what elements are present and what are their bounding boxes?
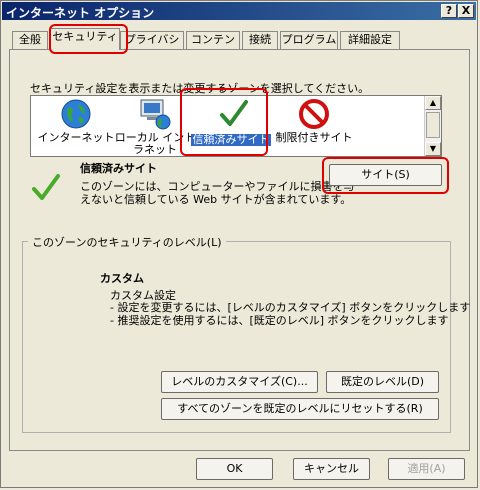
zone-item-trusted-sites[interactable]: 信頼済みサイト [189,96,279,156]
zone-instruction: セキュリティ設定を表示または変更するゾーンを選択してください。 [30,82,370,95]
tab-privacy[interactable]: プライバシー [120,31,184,62]
scroll-up-arrow-icon[interactable]: ▲ [425,96,441,110]
close-button[interactable]: X [458,4,474,18]
check-icon [220,100,248,126]
selected-zone-desc-line2: えないと信頼している Web サイトが含まれています。 [80,193,352,206]
cancel-button[interactable]: キャンセル [293,458,370,480]
security-level-legend: このゾーンのセキュリティのレベル(L) [28,234,226,250]
zone-label-local-intranet: ローカル イントラネット [114,131,196,156]
globe-icon [61,99,91,129]
zone-label-restricted-sites: 制限付きサイト [275,131,353,144]
help-button[interactable]: ? [441,4,457,18]
tab-programs[interactable]: プログラム [280,31,338,49]
title-bar[interactable]: インターネット オプション ? X [2,2,476,20]
tab-security[interactable]: セキュリティ [50,28,120,50]
tab-general[interactable]: 全般 [12,31,48,49]
tab-connections[interactable]: 接続 [242,31,278,49]
zone-label-internet: インターネット [37,131,115,144]
zone-item-internet[interactable]: インターネット [31,96,121,156]
zone-list-scrollbar[interactable]: ▲ ▼ [424,96,441,156]
reset-all-zones-button[interactable]: すべてのゾーンを既定のレベルにリセットする(R) [161,398,439,420]
selected-zone-check-icon [32,174,60,200]
window-title: インターネット オプション [6,6,155,20]
ok-button[interactable]: OK [196,458,273,480]
custom-bullet-2: - 推奨設定を使用するには、[既定のレベル] ボタンをクリックします [110,314,449,327]
restricted-icon [299,99,329,129]
level-name: カスタム [100,272,144,285]
zone-item-restricted-sites[interactable]: 制限付きサイト [269,96,359,156]
scroll-down-arrow-icon[interactable]: ▼ [425,142,441,156]
zone-label-trusted-sites: 信頼済みサイト [191,133,271,146]
apply-button[interactable]: 適用(A) [388,458,465,480]
intranet-icon [140,99,171,130]
default-level-button[interactable]: 既定のレベル(D) [326,371,439,393]
zone-item-local-intranet[interactable]: ローカル イントラネット [113,96,197,156]
selected-zone-name: 信頼済みサイト [80,162,157,175]
tab-advanced[interactable]: 詳細設定 [340,31,400,49]
zone-list[interactable]: インターネット ローカル イントラネット 信頼済みサイト 制限付きサイト ▲ ▼ [30,95,442,157]
customize-level-button[interactable]: レベルのカスタマイズ(C)... [161,371,318,393]
sites-button[interactable]: サイト(S) [329,164,442,186]
scroll-thumb[interactable] [426,112,440,138]
tab-content[interactable]: コンテンツ [186,31,240,62]
